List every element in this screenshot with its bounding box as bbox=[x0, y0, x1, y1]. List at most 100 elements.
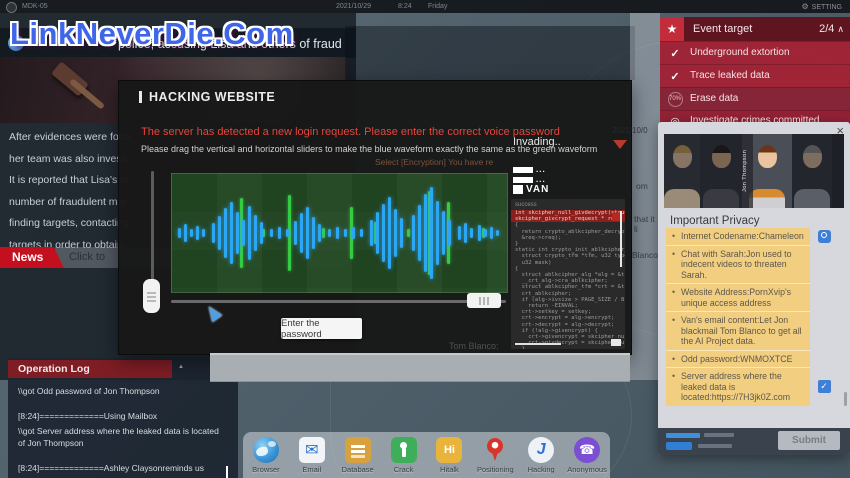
event-target-item[interactable]: ✓Underground extortion bbox=[660, 41, 850, 64]
blue-waveform-bar bbox=[248, 206, 251, 260]
blue-waveform-bar bbox=[294, 221, 297, 245]
character-portrait-selected[interactable]: Jon Thompson bbox=[742, 134, 792, 208]
character-portrait[interactable] bbox=[700, 134, 742, 208]
dock-item-browser[interactable]: Browser bbox=[243, 437, 289, 478]
event-target-title: Event target bbox=[684, 23, 819, 35]
dock-item-label: Database bbox=[335, 465, 381, 474]
vertical-slider-track[interactable] bbox=[151, 171, 154, 293]
privacy-note-text: Van's email content:Let Jon blackmail To… bbox=[666, 311, 810, 350]
blue-waveform-bar bbox=[370, 220, 373, 246]
horizontal-slider-handle[interactable] bbox=[467, 293, 501, 308]
submit-button[interactable]: Submit bbox=[778, 431, 840, 450]
portrait-dim-overlay bbox=[832, 134, 844, 208]
dock-item-anonymous[interactable]: ☎Anonymous bbox=[564, 437, 610, 478]
hi-chat-icon: Hi bbox=[436, 437, 462, 463]
code-vertical-scrollbar[interactable] bbox=[620, 211, 622, 267]
privacy-note-text: Odd password:WNMOXTCE bbox=[666, 350, 810, 368]
dock-item-crack[interactable]: Crack bbox=[381, 437, 427, 478]
blue-waveform-bar bbox=[260, 222, 263, 244]
blue-waveform-bar bbox=[190, 229, 193, 237]
blue-waveform-bar bbox=[430, 187, 433, 279]
mouse-cursor-icon bbox=[204, 303, 222, 322]
gear-icon: ⚙ bbox=[801, 2, 808, 11]
chevron-up-icon[interactable]: ∧ bbox=[837, 24, 844, 35]
checkbox-checked-icon[interactable]: ✓ bbox=[818, 380, 831, 393]
dock-item-positioning[interactable]: Positioning bbox=[472, 437, 518, 478]
dock-item-label: Email bbox=[289, 465, 335, 474]
character-carousel[interactable]: Jon Thompson bbox=[664, 134, 844, 208]
blue-waveform-bar bbox=[418, 205, 421, 261]
background-page-edge: om that it li Blanco: bbox=[630, 13, 660, 380]
character-portrait[interactable] bbox=[664, 134, 700, 208]
dock-item-label: Browser bbox=[243, 465, 289, 474]
event-target-item[interactable]: 70% Erase data bbox=[660, 87, 850, 110]
meta-tag-pill bbox=[666, 442, 692, 450]
dock-item-hacking[interactable]: JHacking bbox=[518, 437, 564, 478]
blue-waveform-bar bbox=[412, 215, 415, 251]
privacy-note[interactable]: Website Address:PornXvip's unique access… bbox=[666, 283, 838, 311]
globe-icon bbox=[253, 437, 279, 463]
background-text-fragment: Blanco: bbox=[632, 250, 660, 260]
background-window-strip bbox=[210, 353, 630, 382]
dropdown-triangle-icon[interactable] bbox=[613, 140, 627, 149]
privacy-scrollbar[interactable] bbox=[844, 392, 847, 406]
log-collapse-icon[interactable]: ▲ bbox=[178, 364, 184, 370]
folder-icon bbox=[345, 437, 371, 463]
title-accent-bar bbox=[139, 91, 142, 103]
operation-log-line bbox=[18, 452, 226, 459]
blue-waveform-bar bbox=[236, 212, 239, 254]
blue-waveform-bar bbox=[278, 227, 281, 239]
event-target-item[interactable]: ✓Trace leaked data bbox=[660, 64, 850, 87]
event-item-icon-cell: 70% bbox=[660, 92, 690, 107]
code-terminal[interactable]: success int skcipher_null_givdecrypt(str… bbox=[511, 199, 625, 349]
operation-log-lines: \\got Odd password of Jon Thompson [8:24]… bbox=[18, 385, 226, 478]
character-portrait[interactable] bbox=[832, 134, 844, 208]
news-expand-hint: Click to bbox=[69, 251, 105, 263]
top-status-bar: MDK-05 2021/10/29 8:24 Friday ⚙SETTING bbox=[0, 0, 850, 13]
status-day: Friday bbox=[428, 3, 447, 10]
vertical-slider-handle[interactable] bbox=[143, 279, 160, 313]
dock-item-database[interactable]: Database bbox=[335, 437, 381, 478]
portrait-dim-overlay bbox=[700, 134, 742, 208]
dock-item-label: Hitalk bbox=[427, 465, 473, 474]
operation-log-panel[interactable]: Operation Log ▲ \\got Odd password of Jo… bbox=[8, 358, 238, 478]
operation-log-line: [8:24]=============Ashley Claysonreminds… bbox=[18, 462, 226, 474]
blue-waveform-bar bbox=[382, 204, 385, 262]
dialog-titlebar[interactable]: HACKING WEBSITE bbox=[119, 81, 631, 109]
dock-item-label: Hacking bbox=[518, 465, 564, 474]
dock-item-email[interactable]: ✉Email bbox=[289, 437, 335, 478]
horizontal-slider-track[interactable] bbox=[171, 300, 506, 303]
setting-button[interactable]: ⚙SETTING bbox=[801, 2, 842, 11]
news-tab[interactable]: News bbox=[0, 247, 64, 268]
operation-log-line: \\got Server address where the leaked da… bbox=[18, 425, 226, 449]
privacy-note[interactable]: Server address where the leaked data is … bbox=[666, 367, 838, 406]
bleedthrough-text: Select [Encryption] You have re bbox=[375, 157, 493, 167]
enter-password-button[interactable]: Enter the password bbox=[281, 318, 362, 339]
blue-waveform-bar bbox=[490, 227, 493, 239]
privacy-note[interactable]: Odd password:WNMOXTCE bbox=[666, 350, 838, 368]
event-target-header[interactable]: ★ Event target 2/4 ∧ bbox=[660, 17, 850, 41]
locate-icon[interactable] bbox=[818, 230, 831, 243]
blue-waveform-bar bbox=[218, 216, 221, 250]
operation-log-line: \\got Odd password of Jon Thompson bbox=[18, 385, 226, 397]
progress-ring-icon: 70% bbox=[668, 92, 683, 107]
logo-bar bbox=[513, 167, 533, 173]
event-item-label: Erase data bbox=[690, 93, 744, 106]
keyhole-icon bbox=[391, 437, 417, 463]
dock-item-hitalk[interactable]: Hi Hitalk bbox=[427, 437, 473, 478]
dock-item-label: Anonymous bbox=[564, 465, 610, 474]
code-scroll-corner bbox=[611, 339, 621, 346]
code-label: success bbox=[515, 202, 625, 208]
privacy-note[interactable]: Van's email content:Let Jon blackmail To… bbox=[666, 311, 838, 350]
blue-waveform-bar bbox=[484, 229, 487, 237]
privacy-note-side: ✓ bbox=[810, 367, 838, 406]
operation-log-line: [8:24]=============Using Mailbox bbox=[18, 410, 226, 422]
blue-waveform-bar bbox=[336, 227, 339, 239]
privacy-note[interactable]: Chat with Sarah:Jon used to indecent vid… bbox=[666, 245, 838, 284]
character-portrait[interactable] bbox=[792, 134, 832, 208]
privacy-note[interactable]: Internet Codename:Chameleon bbox=[666, 228, 838, 245]
code-line: struct ablkcipher_tfm *crt = &tfm-> bbox=[511, 284, 625, 290]
logo-bar bbox=[513, 177, 533, 183]
blue-waveform-bar bbox=[376, 212, 379, 254]
code-horizontal-scrollbar[interactable] bbox=[515, 343, 561, 346]
